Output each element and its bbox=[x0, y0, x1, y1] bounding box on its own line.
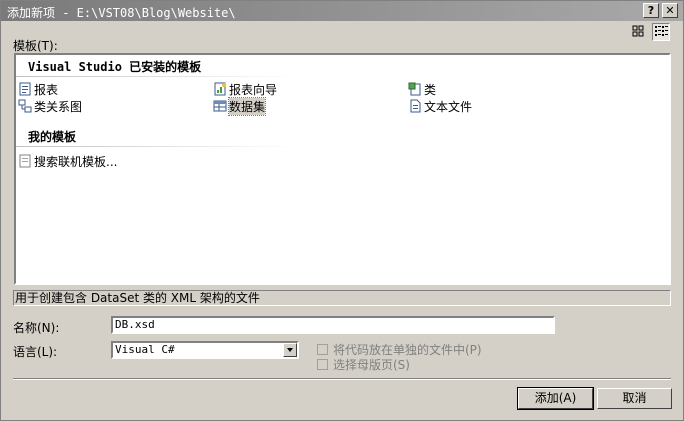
installed-templates-heading: Visual Studio 已安装的模板 bbox=[28, 60, 202, 74]
template-list[interactable]: Visual Studio 已安装的模板 报表 报表向导 类 类关系图 数据集 … bbox=[14, 53, 671, 285]
report-wizard-icon bbox=[214, 82, 226, 96]
text-file-icon bbox=[410, 99, 421, 113]
window-title: 添加新项 - E:\VST08\Blog\Website\ bbox=[7, 6, 236, 20]
add-new-item-dialog: 添加新项 - E:\VST08\Blog\Website\ ? ✕ 模板(T):… bbox=[0, 0, 684, 421]
template-item-report-wizard[interactable]: 报表向导 bbox=[213, 81, 277, 97]
template-item-class-diagram[interactable]: 类关系图 bbox=[18, 98, 82, 114]
group-separator bbox=[16, 76, 296, 77]
close-button[interactable]: ✕ bbox=[662, 3, 678, 18]
template-item-search-online[interactable]: 搜索联机模板... bbox=[18, 153, 117, 169]
template-item-label: 报表 bbox=[34, 82, 59, 97]
language-label: 语言(L): bbox=[13, 345, 58, 359]
template-item-label: 文本文件 bbox=[424, 99, 473, 114]
template-item-label: 类关系图 bbox=[34, 99, 83, 114]
template-description: 用于创建包含 DataSet 类的 XML 架构的文件 bbox=[13, 290, 671, 306]
template-item-text-file[interactable]: 文本文件 bbox=[408, 98, 472, 114]
large-icons-view-button[interactable] bbox=[630, 23, 648, 41]
search-online-icon bbox=[19, 154, 31, 168]
template-item-label: 数据集 bbox=[227, 96, 267, 116]
checkbox-box[interactable] bbox=[317, 359, 328, 370]
template-item-label: 类 bbox=[424, 82, 437, 97]
name-input[interactable]: DB.xsd bbox=[111, 316, 555, 334]
template-item-class[interactable]: 类 bbox=[408, 81, 436, 97]
help-button[interactable]: ? bbox=[643, 3, 659, 18]
footer-divider bbox=[13, 378, 671, 380]
small-icons-view-button[interactable] bbox=[652, 23, 670, 41]
template-item-report[interactable]: 报表 bbox=[18, 81, 58, 97]
template-item-label: 搜索联机模板... bbox=[34, 154, 118, 169]
large-icons-icon bbox=[632, 25, 644, 37]
class-diagram-icon bbox=[18, 99, 32, 113]
template-item-dataset[interactable]: 数据集 bbox=[213, 96, 267, 116]
report-icon bbox=[19, 82, 31, 96]
cancel-button[interactable]: 取消 bbox=[597, 388, 672, 409]
name-label: 名称(N): bbox=[13, 321, 60, 335]
dataset-icon bbox=[213, 100, 227, 112]
group-separator bbox=[16, 146, 296, 147]
language-select-value: Visual C# bbox=[115, 343, 175, 356]
templates-label: 模板(T): bbox=[13, 39, 58, 53]
checkbox-box[interactable] bbox=[317, 344, 328, 355]
title-bar[interactable]: 添加新项 - E:\VST08\Blog\Website\ ? ✕ bbox=[1, 1, 683, 21]
master-page-checkbox[interactable]: 选择母版页(S) bbox=[317, 356, 410, 373]
chevron-down-icon[interactable] bbox=[283, 343, 297, 357]
my-templates-heading: 我的模板 bbox=[28, 130, 77, 144]
add-button[interactable]: 添加(A) bbox=[517, 387, 594, 410]
class-icon bbox=[408, 82, 421, 96]
template-item-label: 报表向导 bbox=[229, 82, 278, 97]
small-icons-icon bbox=[655, 26, 668, 36]
language-select[interactable]: Visual C# bbox=[111, 341, 299, 359]
master-page-label: 选择母版页(S) bbox=[333, 358, 410, 372]
